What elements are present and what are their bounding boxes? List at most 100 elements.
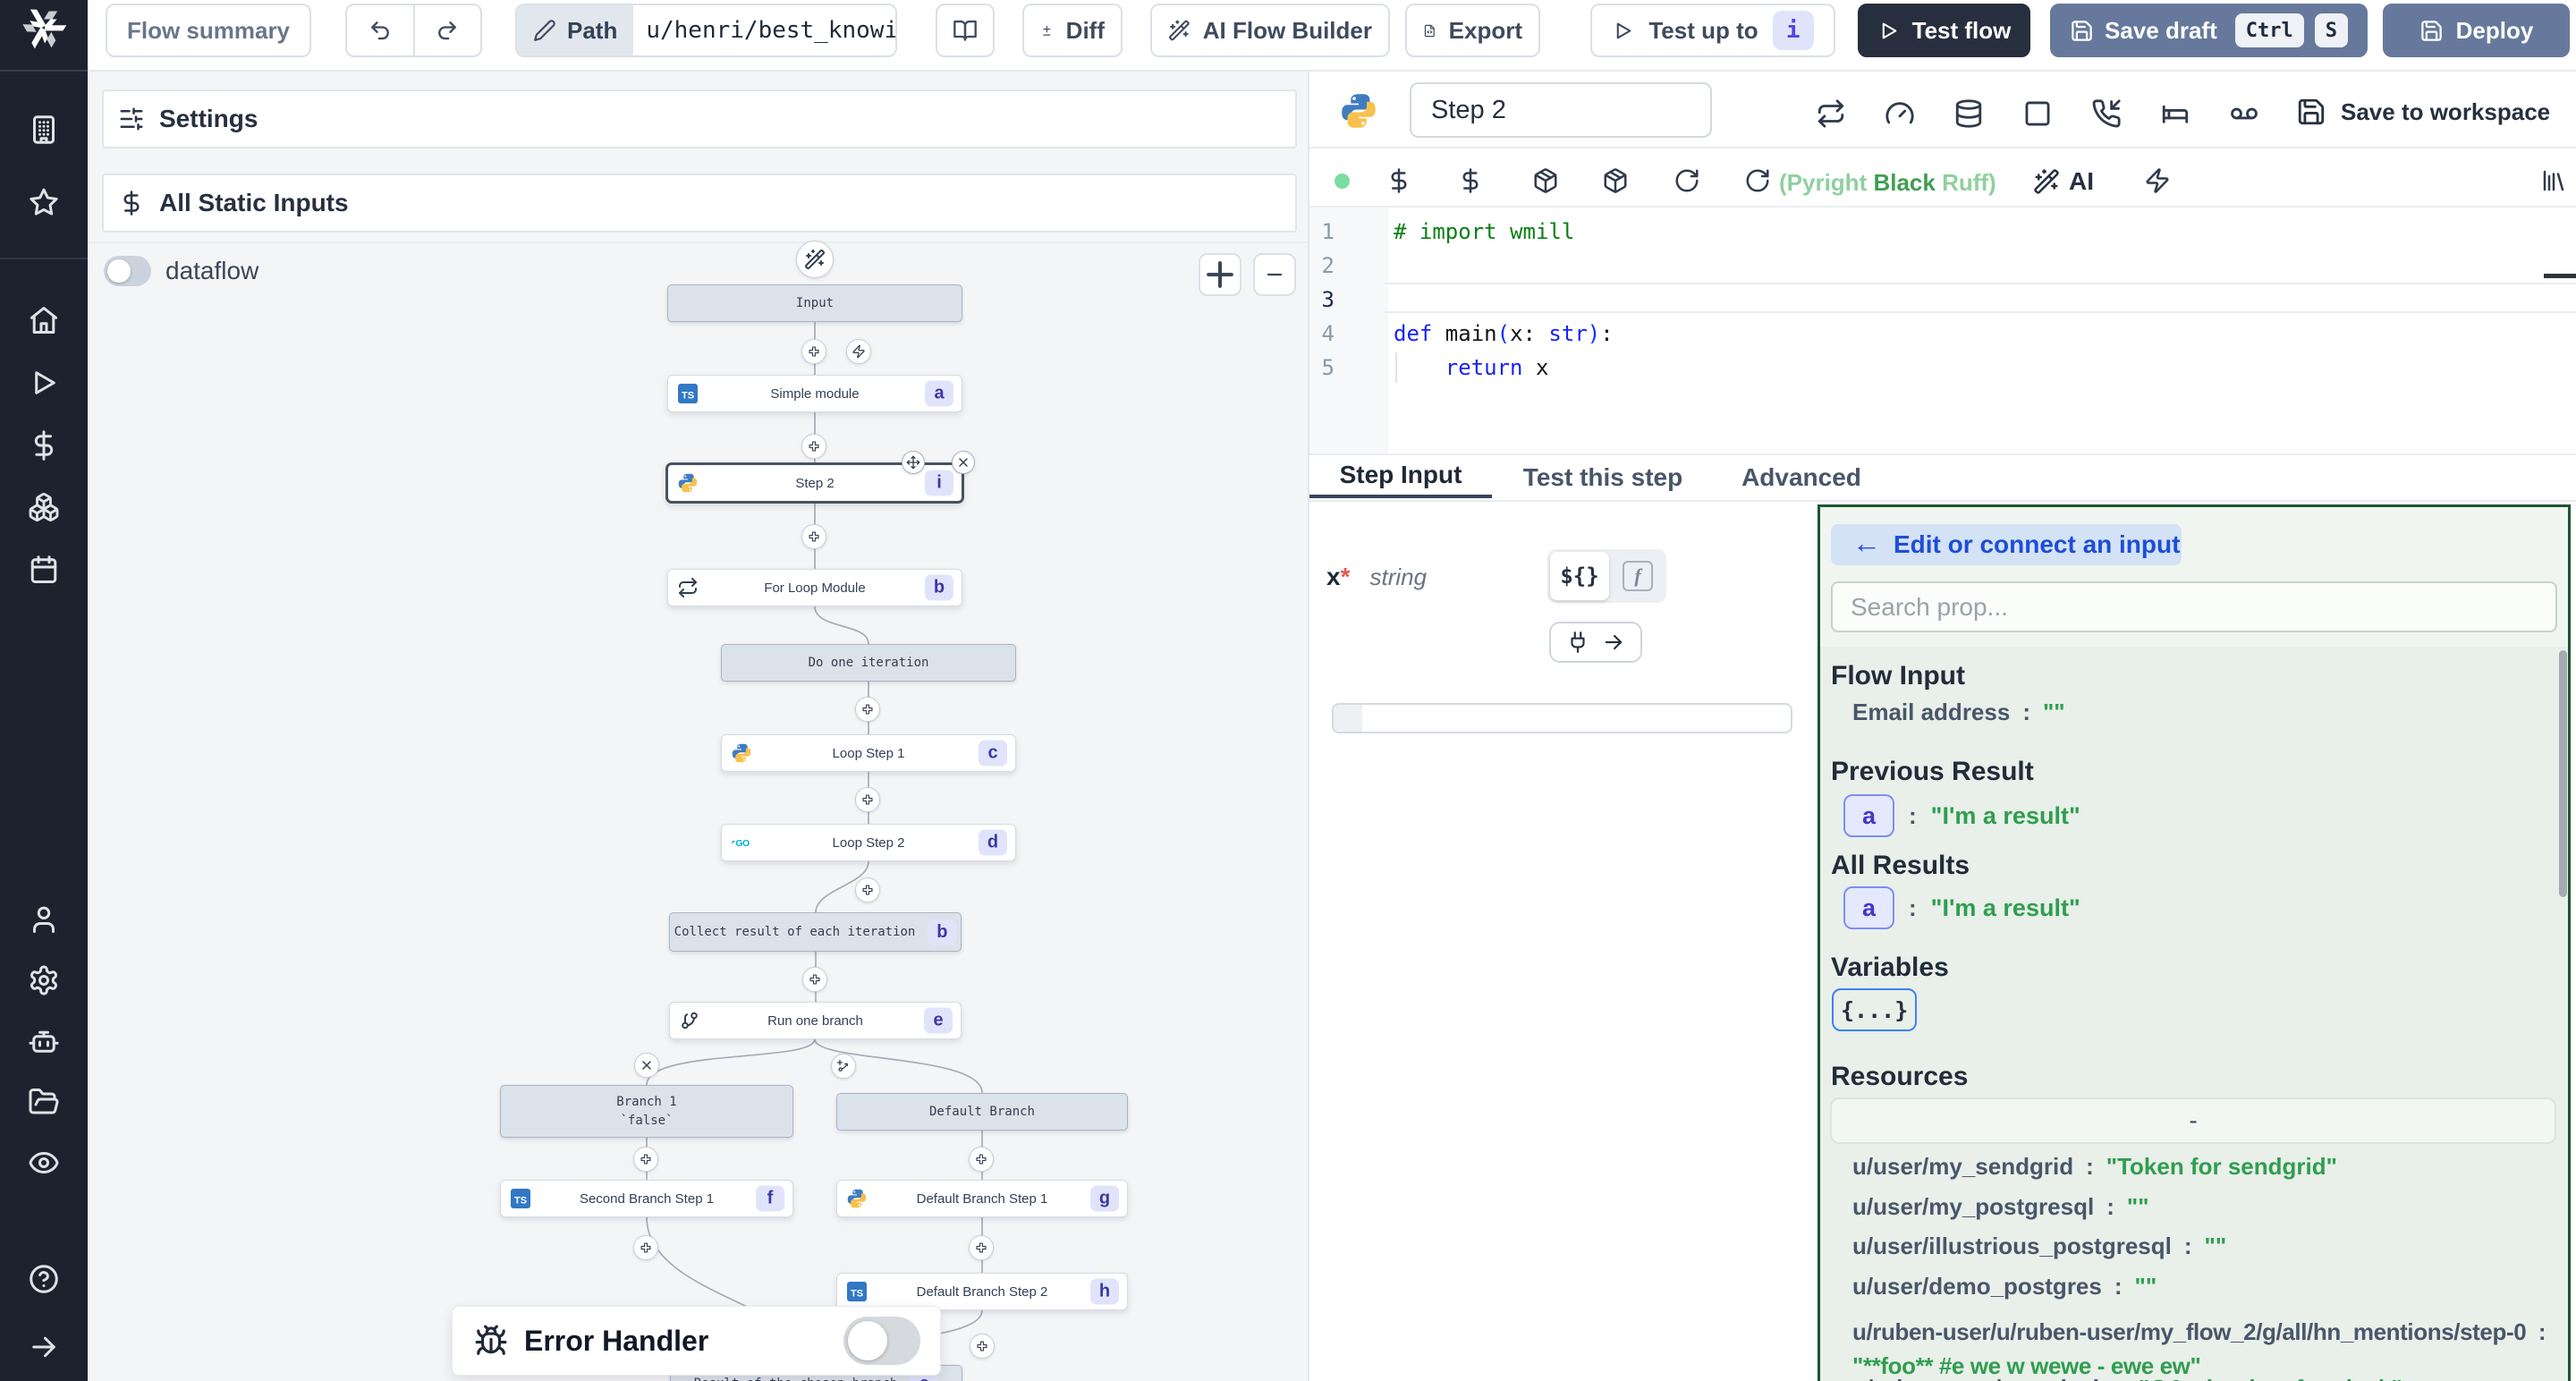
ai-wand-circle[interactable] — [796, 241, 834, 278]
resource-path: u/user/my_postgresql — [1852, 1193, 2094, 1221]
sidebar-item-workspace[interactable] — [28, 114, 60, 146]
all-results-row[interactable]: a : "I'm a result" — [1843, 886, 2080, 929]
sidebar-item-schedules-calendar-icon[interactable] — [28, 554, 60, 586]
resource-row[interactable]: u/user/illustrious_postgresql : "" — [1852, 1233, 2226, 1260]
sidebar-item-home-icon[interactable] — [28, 304, 60, 336]
node-default-branch[interactable]: Default Branch — [836, 1093, 1128, 1131]
resource-value: "OAuth token for slack" — [2139, 1375, 2402, 1381]
deploy-button[interactable]: Deploy — [2383, 4, 2570, 57]
sidebar-item-resources-boxes-icon[interactable] — [28, 491, 60, 523]
insert-step-button[interactable] — [970, 1334, 995, 1359]
resource-row[interactable]: u/ruben-user/my_slack : "OAuth token for… — [1852, 1375, 2402, 1381]
code-editor[interactable]: 1# import wmill234def main(x: str):5 ret… — [1309, 72, 2576, 455]
node-run-one-branch[interactable]: Run one branch e — [669, 1002, 962, 1039]
sidebar-item-help-icon[interactable] — [28, 1263, 60, 1295]
node-loop-step-1[interactable]: Loop Step 1 c — [721, 734, 1016, 772]
diff-button[interactable]: Diff — [1022, 4, 1123, 57]
sidebar-item-audit-eye-icon[interactable] — [28, 1147, 60, 1179]
node-default-branch-step-1[interactable]: Default Branch Step 1 g — [836, 1180, 1128, 1217]
sidebar-item-users-icon[interactable] — [28, 903, 60, 936]
insert-step-button[interactable] — [801, 339, 826, 364]
insert-step-button[interactable] — [855, 787, 880, 812]
sidebar-item-favorites-star-icon[interactable] — [28, 186, 60, 218]
resource-row[interactable]: u/user/demo_postgres : "" — [1852, 1273, 2157, 1301]
resource-row[interactable]: u/user/my_sendgrid : "Token for sendgrid… — [1852, 1153, 2337, 1181]
insert-step-button[interactable] — [633, 1235, 658, 1260]
node-for-loop[interactable]: For Loop Module b — [667, 569, 962, 606]
tutorial-book-button[interactable] — [936, 4, 995, 57]
node-loop-step-2[interactable]: GO Loop Step 2 d — [721, 824, 1016, 861]
plug-icon — [1566, 631, 1589, 654]
sidebar-item-folders-icon[interactable] — [28, 1086, 60, 1118]
save-draft-button[interactable]: Save draft Ctrl S — [2050, 4, 2368, 57]
node-input[interactable]: Input — [667, 284, 962, 322]
variables-badge[interactable]: {...} — [1832, 988, 1917, 1031]
add-branch-button[interactable] — [831, 1054, 856, 1079]
previous-result-row[interactable]: a : "I'm a result" — [1843, 794, 2080, 837]
flow-input-row[interactable]: Email address : "" — [1852, 699, 2065, 726]
node-delete-button[interactable] — [952, 451, 975, 474]
branch-remove-button[interactable] — [634, 1053, 659, 1078]
code-line[interactable]: 5 return x — [1309, 351, 2576, 385]
insert-step-button[interactable] — [855, 697, 880, 722]
trigger-zap-button[interactable] — [846, 339, 871, 364]
insert-step-button[interactable] — [969, 1235, 994, 1260]
path-value[interactable]: u/henri/best_knowi — [633, 17, 897, 44]
test-up-to-button[interactable]: Test up to i — [1590, 4, 1835, 57]
export-button[interactable]: Export — [1405, 4, 1540, 57]
path-edit-button[interactable]: Path — [517, 5, 633, 55]
code-line[interactable]: 1# import wmill — [1309, 215, 2576, 249]
undo-button[interactable] — [347, 5, 415, 55]
node-simple-module[interactable]: TS Simple module a — [667, 375, 962, 412]
sidebar-item-workers-bot-icon[interactable] — [28, 1025, 60, 1057]
insert-step-button[interactable] — [801, 524, 826, 549]
code-line[interactable]: 3 — [1309, 283, 2576, 317]
arg-value-input[interactable] — [1332, 703, 1792, 733]
connect-input-button[interactable] — [1549, 622, 1642, 663]
sidebar-item-settings-gear-icon[interactable] — [28, 964, 60, 996]
tab-label: Advanced — [1741, 463, 1861, 492]
resource-row[interactable]: u/ruben-user/u/ruben-user/my_flow_2/g/al… — [1852, 1315, 2573, 1381]
insert-step-button[interactable] — [801, 434, 826, 459]
test-flow-button[interactable]: Test flow — [1858, 4, 2030, 57]
code-line[interactable]: 4def main(x: str): — [1309, 317, 2576, 351]
expr-toggle-active[interactable]: ${} — [1550, 552, 1609, 600]
book-open-icon — [953, 18, 978, 43]
node-default-branch-step-2[interactable]: TS Default Branch Step 2 h — [836, 1273, 1128, 1310]
node-second-branch-step-1[interactable]: TS Second Branch Step 1 f — [500, 1180, 793, 1217]
resource-row[interactable]: u/user/my_postgresql : "" — [1852, 1193, 2149, 1221]
node-branch-1[interactable]: Branch 1 `false` — [500, 1085, 793, 1138]
node-move-handle[interactable] — [902, 451, 925, 474]
search-prop-input[interactable]: Search prop... — [1831, 581, 2557, 632]
sidebar-expand-arrow-icon[interactable] — [28, 1331, 60, 1363]
insert-step-button[interactable] — [855, 877, 880, 902]
node-do-one-iteration[interactable]: Do one iteration — [721, 644, 1016, 682]
node-collect-result[interactable]: Collect result of each iteration b — [669, 912, 962, 952]
resource-path: u/ruben-user/u/ruben-user/my_flow_2/g/al… — [1852, 1318, 2526, 1345]
tab-step-input[interactable]: Step Input — [1309, 455, 1492, 498]
flow-summary-button[interactable]: Flow summary — [106, 4, 311, 57]
fn-toggle[interactable]: f — [1623, 561, 1653, 591]
undo-redo-group — [345, 4, 482, 57]
arg-row: x* string — [1326, 563, 1427, 591]
node-label: Do one iteration — [809, 656, 929, 670]
ai-flow-builder-button[interactable]: AI Flow Builder — [1150, 4, 1390, 57]
resources-empty-box[interactable]: - — [1830, 1097, 2556, 1144]
redo-button[interactable] — [415, 5, 481, 55]
windmill-logo[interactable] — [20, 4, 68, 52]
node-label: Default Branch Step 2 — [837, 1284, 1127, 1300]
redo-icon — [435, 18, 460, 43]
prop-colon: : — [2538, 1318, 2546, 1345]
error-handler-toggle[interactable] — [843, 1317, 920, 1365]
insert-step-button[interactable] — [969, 1147, 994, 1172]
prop-scrollbar[interactable] — [2559, 650, 2567, 897]
sidebar-item-runs-play-icon[interactable] — [28, 367, 60, 399]
insert-step-button[interactable] — [802, 967, 827, 992]
edit-or-connect-button[interactable]: ← Edit or connect an input — [1831, 524, 2182, 565]
tab-test-this-step[interactable]: Test this step — [1508, 455, 1698, 500]
tab-advanced[interactable]: Advanced — [1723, 455, 1880, 500]
code-line[interactable]: 2 — [1309, 249, 2576, 283]
insert-step-button[interactable] — [633, 1147, 658, 1172]
variables-badge-label: {...} — [1841, 997, 1908, 1023]
sidebar-item-variables-dollar-icon[interactable] — [28, 429, 60, 462]
